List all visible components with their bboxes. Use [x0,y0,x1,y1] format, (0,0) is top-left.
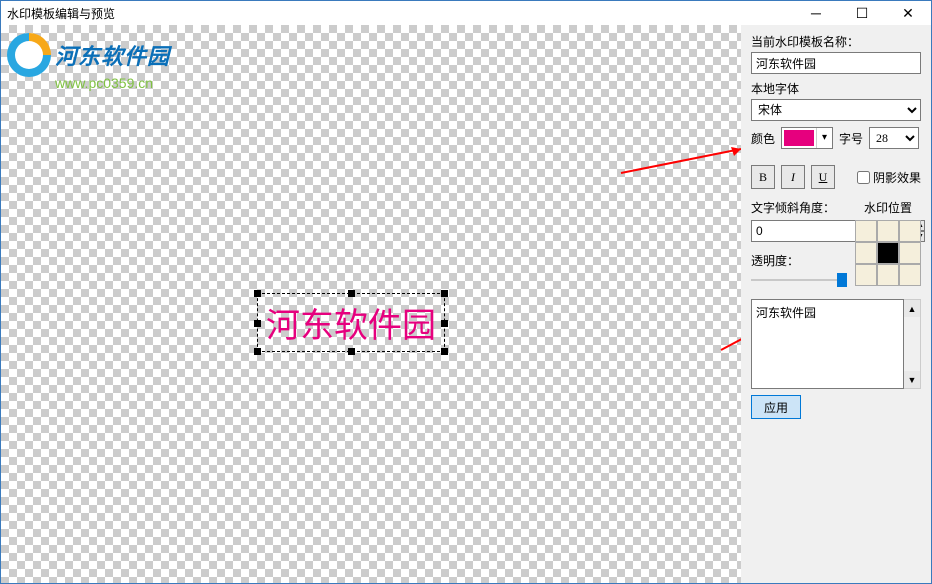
annotation-arrow [621,145,741,180]
resize-handle[interactable] [254,320,261,327]
position-cell-bl[interactable] [855,264,877,286]
position-cell-bm[interactable] [877,264,899,286]
font-label: 本地字体 [751,80,921,97]
shadow-checkbox[interactable] [857,171,870,184]
resize-handle[interactable] [348,290,355,297]
app-window: 水印模板编辑与预览 ─ ☐ ✕ 河东软件园 www.pc0359.cn 河东软件… [0,0,932,584]
maximize-button[interactable]: ☐ [839,1,885,25]
resize-handle[interactable] [254,290,261,297]
position-cell-tl[interactable] [855,220,877,242]
position-label: 水印位置 [855,199,921,216]
tilt-label: 文字倾斜角度： [751,199,847,216]
font-select[interactable]: 宋体 [751,99,921,121]
watermark-selection[interactable]: 河东软件园 [257,293,445,352]
watermark-text-input[interactable]: 河东软件园 [751,299,904,389]
opacity-label: 透明度： [751,252,847,269]
underline-button[interactable]: U [811,165,835,189]
resize-handle[interactable] [441,290,448,297]
resize-handle[interactable] [441,348,448,355]
window-title: 水印模板编辑与预览 [7,5,793,22]
position-cell-br[interactable] [899,264,921,286]
position-cell-mm[interactable] [877,242,899,264]
apply-button[interactable]: 应用 [751,395,801,419]
logo-url: www.pc0359.cn [55,75,170,91]
position-cell-mr[interactable] [899,242,921,264]
italic-button[interactable]: I [781,165,805,189]
template-name-input[interactable] [751,52,921,74]
size-label: 字号 [839,130,863,147]
resize-handle[interactable] [254,348,261,355]
color-picker[interactable]: ▾ [781,127,833,149]
chevron-down-icon: ▾ [816,128,832,148]
minimize-button[interactable]: ─ [793,1,839,25]
position-cell-tm[interactable] [877,220,899,242]
position-cell-ml[interactable] [855,242,877,264]
textarea-scrollbar[interactable]: ▲ ▼ [904,299,921,389]
position-cell-tr[interactable] [899,220,921,242]
bold-button[interactable]: B [751,165,775,189]
logo-icon [7,33,51,77]
watermark-preview-text: 河东软件园 [266,308,436,345]
resize-handle[interactable] [348,348,355,355]
scroll-down-icon[interactable]: ▼ [904,371,920,388]
scroll-up-icon[interactable]: ▲ [904,300,920,317]
opacity-slider[interactable] [751,271,847,289]
position-grid [855,220,921,286]
color-label: 颜色 [751,130,775,147]
titlebar[interactable]: 水印模板编辑与预览 ─ ☐ ✕ [1,1,931,25]
shadow-label: 阴影效果 [873,169,921,186]
logo-text: 河东软件园 [55,39,170,71]
site-logo: 河东软件园 www.pc0359.cn [7,33,170,91]
template-name-label: 当前水印模板名称： [751,33,921,50]
annotation-arrow [721,265,741,360]
resize-handle[interactable] [441,320,448,327]
color-swatch [784,130,814,146]
close-button[interactable]: ✕ [885,1,931,25]
font-size-select[interactable]: 28 [869,127,919,149]
properties-panel: 当前水印模板名称： 本地字体 宋体 颜色 ▾ 字号 28 [741,25,931,583]
preview-canvas[interactable]: 河东软件园 www.pc0359.cn 河东软件园 [1,25,741,583]
